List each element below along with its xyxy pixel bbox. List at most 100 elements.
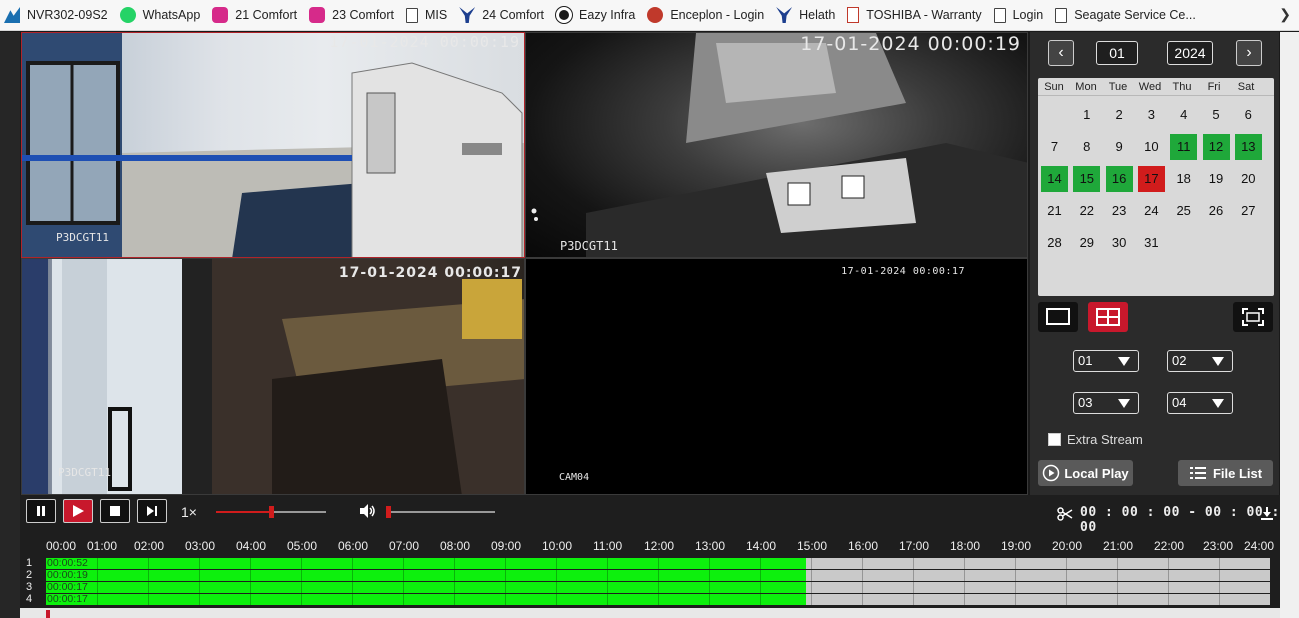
- calendar-day[interactable]: 21: [1041, 198, 1068, 224]
- channel-track[interactable]: 00:00:19: [46, 569, 1270, 581]
- speed-label[interactable]: 1×: [181, 504, 197, 520]
- calendar-day[interactable]: 26: [1203, 198, 1230, 224]
- single-view-button[interactable]: [1038, 302, 1078, 332]
- timeline-scroll-thumb[interactable]: [46, 610, 50, 618]
- volume-slider[interactable]: [386, 506, 495, 518]
- calendar-day[interactable]: 17: [1137, 166, 1165, 192]
- fullscreen-button[interactable]: [1233, 302, 1273, 332]
- prev-month-button[interactable]: ‹: [1048, 40, 1074, 66]
- calendar-day[interactable]: 28: [1041, 230, 1068, 256]
- calendar-day[interactable]: 19: [1203, 166, 1230, 192]
- calendar-day[interactable]: 15: [1073, 166, 1101, 192]
- recorded-segment[interactable]: [46, 570, 806, 581]
- weekday-label: Sat: [1237, 80, 1255, 93]
- timeline-scrollbar[interactable]: [20, 608, 1280, 618]
- more-bookmarks-icon[interactable]: ❯: [1279, 6, 1291, 23]
- scissors-icon[interactable]: [1057, 507, 1073, 521]
- calendar-day[interactable]: 16: [1105, 166, 1133, 192]
- volume-knob[interactable]: [386, 506, 391, 518]
- timeline-hour-label: 18:00: [950, 539, 981, 553]
- calendar-day[interactable]: 18: [1170, 166, 1197, 192]
- camera-view-4[interactable]: 17-01-2024 00:00:17 CAM04: [525, 258, 1028, 495]
- calendar-day[interactable]: 14: [1041, 166, 1068, 192]
- weekday-label: Wed: [1138, 80, 1162, 93]
- channel-select-4[interactable]: 04: [1167, 392, 1233, 414]
- calendar-day[interactable]: 5: [1203, 102, 1230, 128]
- calendar-day[interactable]: 23: [1106, 198, 1133, 224]
- calendar-day[interactable]: 11: [1170, 134, 1198, 160]
- calendar-day[interactable]: 29: [1073, 230, 1100, 256]
- month-select[interactable]: 01: [1096, 41, 1138, 65]
- bookmark-item[interactable]: 21 Comfort: [208, 0, 305, 30]
- bookmark-item[interactable]: Eazy Infra: [552, 0, 643, 30]
- channel-select-1[interactable]: 01: [1073, 350, 1139, 372]
- bookmark-item[interactable]: Helath: [772, 0, 843, 30]
- calendar-day[interactable]: 7: [1041, 134, 1068, 160]
- channel-track[interactable]: 00:00:17: [46, 593, 1270, 605]
- camera-view-2[interactable]: 17-01-2024 00:00:19 P3DCGT11: [525, 32, 1028, 258]
- bookmark-item[interactable]: 24 Comfort: [455, 0, 552, 30]
- calendar-day[interactable]: 22: [1073, 198, 1100, 224]
- local-play-button[interactable]: Local Play: [1038, 460, 1133, 486]
- calendar-day[interactable]: 9: [1106, 134, 1133, 160]
- calendar-day[interactable]: 30: [1106, 230, 1133, 256]
- pause-button[interactable]: [26, 499, 56, 523]
- recorded-segment[interactable]: [46, 594, 806, 605]
- timeline-hour-label: 08:00: [440, 539, 471, 553]
- calendar-day[interactable]: 10: [1138, 134, 1165, 160]
- calendar-day[interactable]: 13: [1234, 134, 1262, 160]
- bookmark-item[interactable]: Login: [990, 0, 1052, 30]
- next-month-button[interactable]: ›: [1236, 40, 1262, 66]
- calendar-day[interactable]: 6: [1235, 102, 1262, 128]
- progress-slider[interactable]: [216, 506, 326, 518]
- hour-tick: [1168, 594, 1169, 605]
- calendar-day[interactable]: 2: [1106, 102, 1133, 128]
- volume-icon[interactable]: [359, 503, 377, 519]
- recorded-segment[interactable]: [46, 558, 806, 569]
- timeline-channel-row[interactable]: 2 00:00:19: [20, 569, 1280, 582]
- quad-view-button[interactable]: [1088, 302, 1128, 332]
- bookmark-item[interactable]: WhatsApp: [116, 0, 209, 30]
- camera-view-3[interactable]: 17-01-2024 00:00:17 P3DCGT11: [21, 258, 525, 495]
- bookmark-item[interactable]: TOSHIBA - Warranty: [843, 0, 989, 30]
- recorded-segment[interactable]: [46, 582, 806, 593]
- hour-tick: [301, 558, 302, 569]
- timeline[interactable]: 00:00 01:00 02:00 03:00 04:00 05:00 06:00 07:00…: [20, 533, 1280, 618]
- calendar-day[interactable]: 24: [1138, 198, 1165, 224]
- bookmark-item[interactable]: NVR302-09S2: [0, 0, 116, 30]
- hour-tick: [403, 558, 404, 569]
- calendar-day[interactable]: 31: [1138, 230, 1165, 256]
- timeline-channel-row[interactable]: 3 00:00:17: [20, 581, 1280, 594]
- channel-track[interactable]: 00:00:17: [46, 581, 1270, 593]
- channel-select-2[interactable]: 02: [1167, 350, 1233, 372]
- bookmark-item[interactable]: Seagate Service Ce...: [1051, 0, 1204, 30]
- calendar-day[interactable]: 8: [1073, 134, 1100, 160]
- timeline-channel-row[interactable]: 4 00:00:17: [20, 593, 1280, 606]
- calendar-day[interactable]: 25: [1170, 198, 1197, 224]
- year-select[interactable]: 2024: [1167, 41, 1213, 65]
- stop-button[interactable]: [100, 499, 130, 523]
- calendar-day[interactable]: 4: [1170, 102, 1197, 128]
- bookmark-item[interactable]: MIS: [402, 0, 455, 30]
- progress-knob[interactable]: [269, 506, 274, 518]
- page-scrollbar[interactable]: [1280, 32, 1299, 618]
- step-forward-button[interactable]: [137, 499, 167, 523]
- timeline-channel-row[interactable]: 1 00:00:52: [20, 557, 1280, 570]
- calendar-day[interactable]: 27: [1235, 198, 1262, 224]
- extra-stream-option[interactable]: Extra Stream: [1048, 432, 1143, 447]
- calendar-day[interactable]: 20: [1235, 166, 1262, 192]
- calendar-day[interactable]: 12: [1202, 134, 1230, 160]
- hour-tick: [607, 582, 608, 593]
- calendar-day[interactable]: 1: [1073, 102, 1100, 128]
- camera-view-1[interactable]: 17-01-2024 00:00:19 P3DCGT11: [21, 32, 525, 258]
- play-button[interactable]: [63, 499, 93, 523]
- file-list-button[interactable]: File List: [1178, 460, 1273, 486]
- channel-track[interactable]: 00:00:52: [46, 557, 1270, 569]
- bookmark-item[interactable]: 23 Comfort: [305, 0, 402, 30]
- download-icon[interactable]: [1261, 507, 1273, 520]
- extra-stream-checkbox[interactable]: [1048, 433, 1061, 446]
- calendar-day[interactable]: 3: [1138, 102, 1165, 128]
- bookmark-item[interactable]: Enceplon - Login: [643, 0, 772, 30]
- channel-select-3[interactable]: 03: [1073, 392, 1139, 414]
- camera-2-timestamp: 17-01-2024 00:00:19: [800, 33, 1021, 55]
